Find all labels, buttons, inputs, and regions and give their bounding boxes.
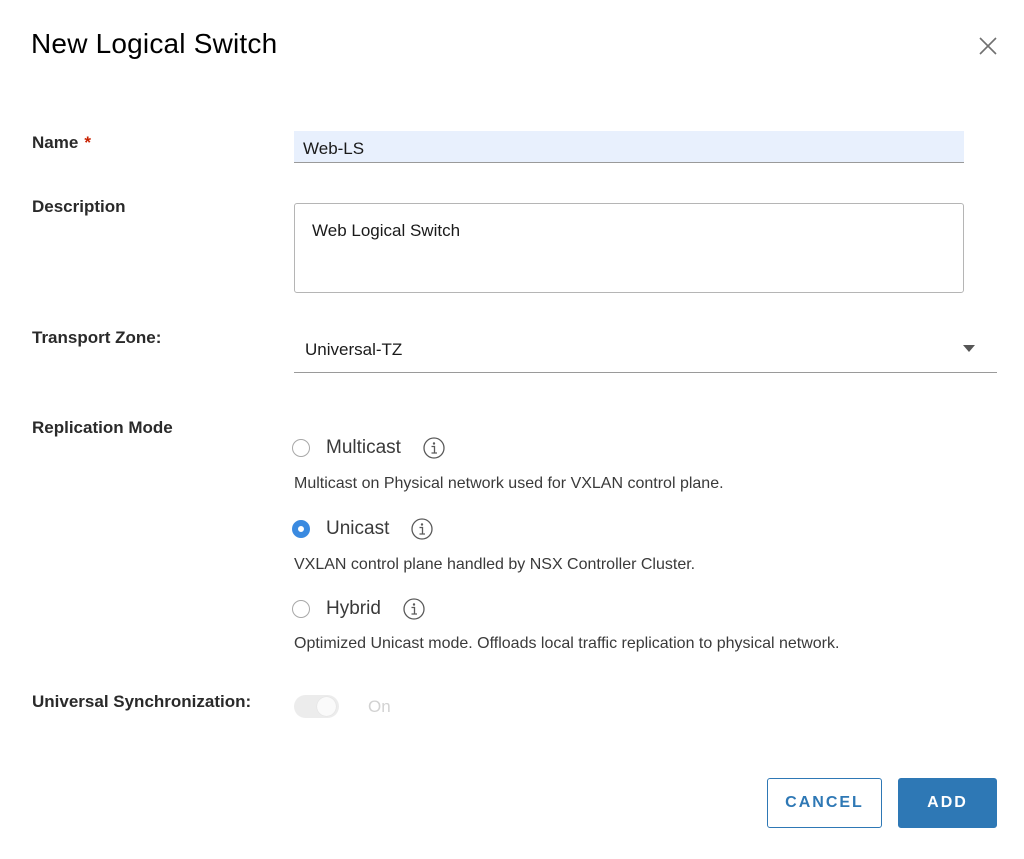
name-label: Name * bbox=[32, 133, 91, 153]
info-icon[interactable] bbox=[403, 598, 425, 620]
transport-zone-value: Universal-TZ bbox=[305, 340, 403, 359]
name-input[interactable] bbox=[294, 131, 964, 163]
chevron-down-icon bbox=[963, 345, 975, 352]
radio-label: Multicast bbox=[326, 437, 401, 458]
toggle-knob bbox=[317, 697, 336, 716]
transport-zone-label: Transport Zone: bbox=[32, 328, 162, 347]
radio-label: Hybrid bbox=[326, 598, 381, 619]
replication-mode-label: Replication Mode bbox=[32, 418, 173, 437]
cancel-button[interactable]: CANCEL bbox=[767, 778, 882, 828]
universal-sync-state: On bbox=[368, 697, 391, 716]
radio-label: Unicast bbox=[326, 518, 390, 539]
radio-unicast[interactable]: Unicast bbox=[292, 517, 434, 541]
name-label-text: Name bbox=[32, 133, 79, 152]
radio-multicast[interactable]: Multicast bbox=[292, 436, 445, 460]
transport-zone-select[interactable]: Universal-TZ bbox=[294, 330, 997, 373]
close-icon[interactable] bbox=[976, 34, 1000, 58]
hybrid-description: Optimized Unicast mode. Offloads local t… bbox=[294, 635, 840, 652]
radio-button-checked[interactable] bbox=[292, 520, 310, 538]
multicast-description: Multicast on Physical network used for V… bbox=[294, 475, 724, 492]
description-label: Description bbox=[32, 197, 126, 216]
info-icon[interactable] bbox=[411, 518, 434, 540]
info-icon[interactable] bbox=[423, 437, 445, 459]
radio-hybrid[interactable]: Hybrid bbox=[292, 597, 425, 621]
radio-button[interactable] bbox=[292, 439, 310, 457]
description-input[interactable]: Web Logical Switch bbox=[294, 203, 964, 293]
unicast-description: VXLAN control plane handled by NSX Contr… bbox=[294, 556, 696, 573]
dialog-title: New Logical Switch bbox=[31, 28, 278, 59]
universal-sync-toggle[interactable] bbox=[294, 695, 339, 718]
radio-button[interactable] bbox=[292, 600, 310, 618]
universal-sync-label: Universal Synchronization: bbox=[32, 692, 252, 711]
add-button[interactable]: ADD bbox=[898, 778, 997, 828]
required-mark: * bbox=[84, 133, 91, 152]
